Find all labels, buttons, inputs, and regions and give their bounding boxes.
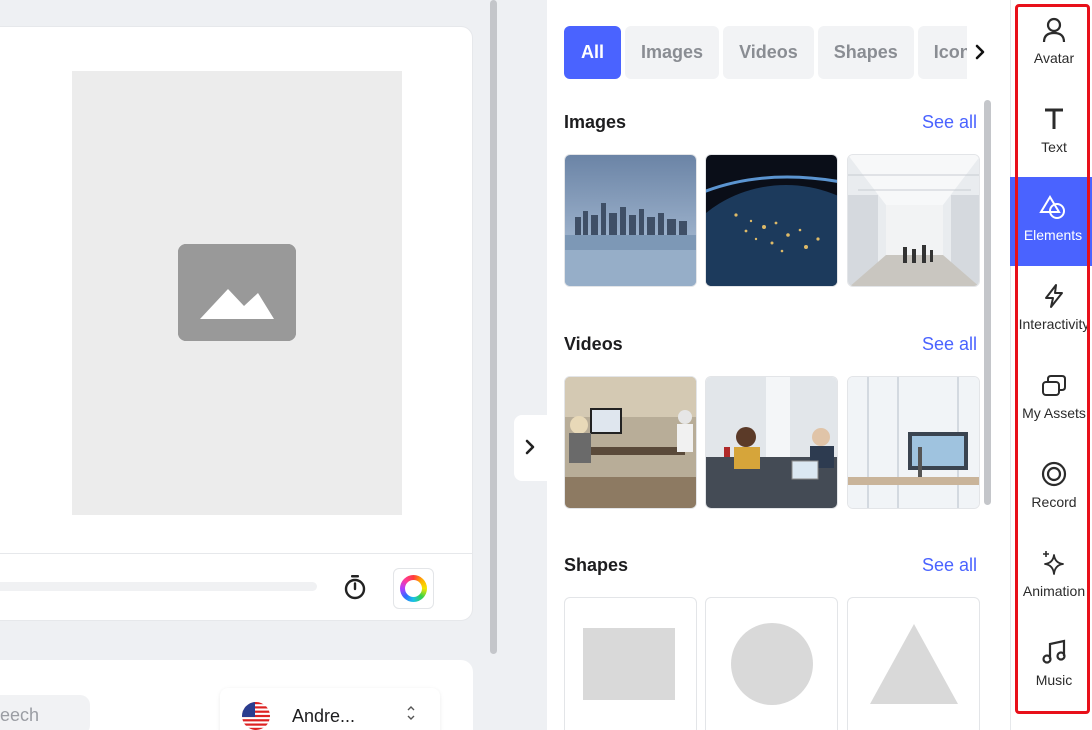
toolbar-elements[interactable]: Elements <box>1010 177 1092 266</box>
videos-section-title: Videos <box>564 334 623 354</box>
editor-scrollbar[interactable] <box>490 0 497 654</box>
toolbar-music[interactable]: Music <box>1011 622 1092 711</box>
toolbar-label: My Assets <box>1022 405 1086 421</box>
lightning-icon <box>1045 284 1063 308</box>
toolbar-label: Animation <box>1022 583 1086 599</box>
toolbar-interactivity[interactable]: Interactivity <box>1011 266 1092 355</box>
editor-area: peech Andre... <box>0 0 498 730</box>
collapse-panel-button[interactable] <box>514 415 547 481</box>
side-toolbar: Avatar Text Elements Interactivity My As… <box>1010 0 1092 730</box>
filter-images[interactable]: Images <box>625 26 720 79</box>
script-card: peech Andre... <box>0 660 473 730</box>
music-icon <box>1042 639 1066 664</box>
toolbar-label: Elements <box>1023 227 1083 243</box>
color-wheel-icon <box>400 575 427 602</box>
voice-name: Andre... <box>292 706 356 726</box>
image-thumbnail[interactable] <box>564 154 697 287</box>
toolbar-label: Avatar <box>1033 50 1075 66</box>
rectangle-shape[interactable] <box>564 597 697 730</box>
toolbar-text[interactable]: Text <box>1011 89 1092 178</box>
image-thumbnail[interactable] <box>847 154 980 287</box>
toolbar-avatar[interactable]: Avatar <box>1011 0 1092 89</box>
filter-all[interactable]: All <box>564 26 622 79</box>
toolbar-my-assets[interactable]: My Assets <box>1011 355 1092 444</box>
media-placeholder[interactable] <box>72 71 402 515</box>
slide-card <box>0 26 473 621</box>
elements-panel: All Images Videos Shapes Icons Images See al… <box>547 0 1010 730</box>
video-thumbnail[interactable] <box>705 376 838 509</box>
video-thumbnail[interactable] <box>564 376 697 509</box>
toolbar-label: Music <box>1035 672 1073 688</box>
images-see-all-link[interactable]: See all <box>922 112 977 133</box>
sparkle-icon <box>1043 551 1064 575</box>
timer-icon[interactable] <box>343 574 367 600</box>
person-icon <box>1042 17 1066 43</box>
color-picker-button[interactable] <box>393 568 434 609</box>
triangle-shape[interactable] <box>847 597 980 730</box>
image-placeholder-icon <box>178 244 296 341</box>
shapes-icon <box>1039 195 1065 219</box>
voice-select[interactable]: Andre... <box>220 688 440 730</box>
filter-shapes[interactable]: Shapes <box>817 26 914 79</box>
record-icon <box>1041 461 1067 487</box>
chevron-right-icon <box>523 437 537 462</box>
shapes-section-title: Shapes <box>564 555 629 575</box>
image-thumbnail[interactable] <box>705 154 838 287</box>
images-section-title: Images <box>564 112 627 132</box>
filter-tabs: All Images Videos Shapes Icons <box>564 26 992 79</box>
toolbar-label: Interactivity <box>1018 316 1090 332</box>
circle-shape[interactable] <box>705 597 838 730</box>
slide-canvas[interactable] <box>0 27 472 554</box>
toolbar-animation[interactable]: Animation <box>1011 533 1092 622</box>
chevron-updown-icon <box>406 704 416 724</box>
toolbar-label: Record <box>1031 494 1077 510</box>
videos-see-all-link[interactable]: See all <box>922 334 977 355</box>
timeline-scrubber[interactable] <box>0 582 317 591</box>
speech-input[interactable]: peech <box>0 695 90 730</box>
filter-videos[interactable]: Videos <box>723 26 814 79</box>
us-flag-icon <box>242 702 270 730</box>
filter-next-button[interactable] <box>967 26 993 79</box>
toolbar-label: Text <box>1041 139 1067 155</box>
text-icon <box>1045 108 1063 129</box>
assets-icon <box>1042 375 1066 396</box>
panel-scrollbar[interactable] <box>984 100 991 505</box>
shapes-see-all-link[interactable]: See all <box>922 555 977 576</box>
video-thumbnail[interactable] <box>847 376 980 509</box>
toolbar-record[interactable]: Record <box>1011 444 1092 533</box>
